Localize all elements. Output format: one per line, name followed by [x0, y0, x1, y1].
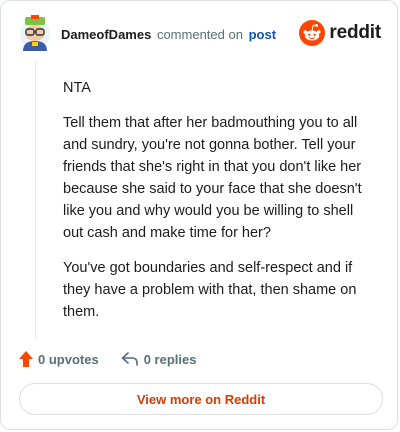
upvote-button[interactable]: 0 upvotes	[19, 351, 99, 367]
thread-line	[35, 61, 36, 339]
comment-paragraph: Tell them that after her badmouthing you…	[63, 115, 362, 241]
reddit-comment-card: DameofDames commented on post reddit NTA…	[0, 0, 398, 430]
reddit-logo[interactable]: reddit	[299, 19, 381, 47]
avatar-icon	[20, 15, 50, 51]
post-link[interactable]: post	[249, 27, 276, 42]
comment-footer: 0 upvotes 0 replies	[19, 348, 196, 370]
reply-button[interactable]: 0 replies	[121, 351, 197, 367]
comment-header: DameofDames commented on post reddit	[19, 15, 381, 55]
commented-text: commented on	[156, 27, 243, 42]
upvote-count: 0 upvotes	[38, 351, 99, 367]
avatar[interactable]	[19, 15, 51, 51]
reply-arrow-icon	[121, 352, 138, 366]
comment-body: NTA Tell them that after her badmouthing…	[63, 77, 373, 336]
byline: DameofDames commented on post	[61, 27, 276, 42]
reddit-wordmark: reddit	[329, 22, 381, 43]
view-more-button[interactable]: View more on Reddit	[19, 383, 383, 415]
reply-count: 0 replies	[143, 351, 197, 367]
comment-paragraph: NTA	[63, 80, 91, 96]
comment-paragraph: You've got boundaries and self-respect a…	[63, 260, 357, 320]
reddit-snoo-icon	[299, 20, 326, 46]
username[interactable]: DameofDames	[61, 27, 151, 42]
upvote-arrow-icon	[19, 351, 33, 367]
